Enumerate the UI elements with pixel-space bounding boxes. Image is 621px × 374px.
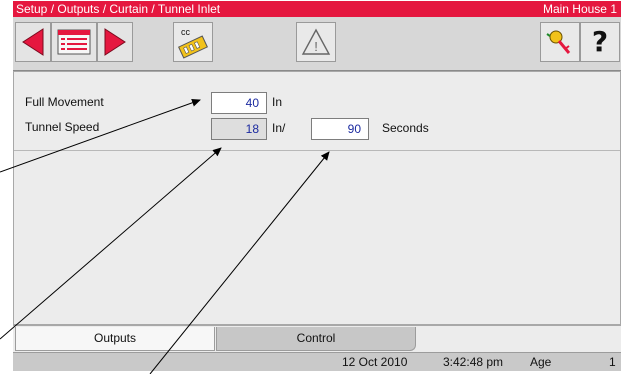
callout-arrow-full-movement	[0, 98, 201, 173]
callout-arrow-tunnel-speed	[0, 147, 222, 340]
callout-arrow-seconds	[149, 151, 330, 374]
callout-arrows	[0, 98, 330, 374]
